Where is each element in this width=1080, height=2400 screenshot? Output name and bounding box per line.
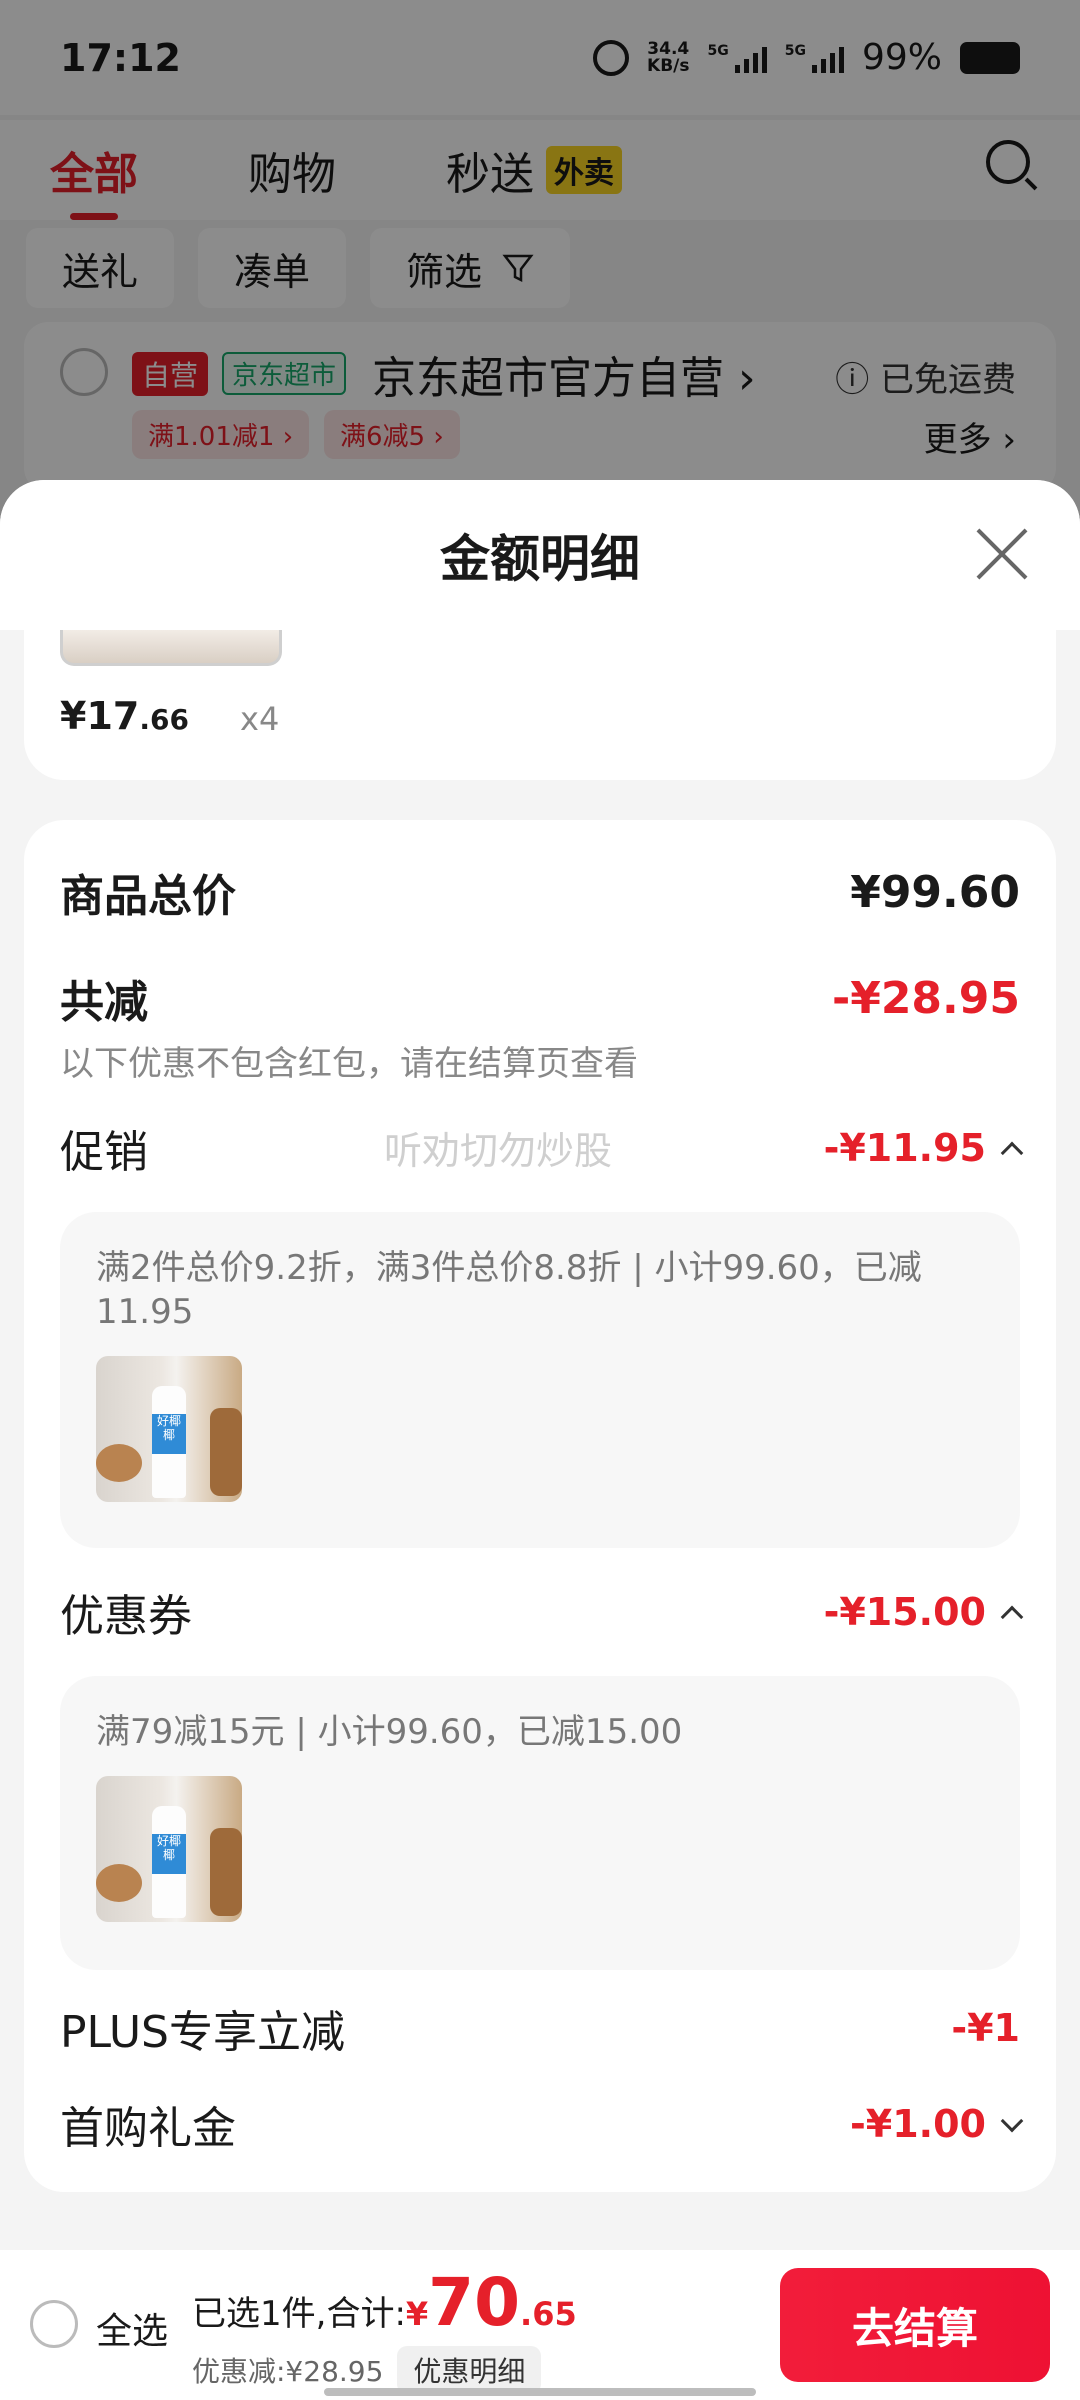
product-label: 好椰椰: [152, 1834, 186, 1874]
product-image[interactable]: 好椰椰: [96, 1356, 242, 1502]
amount-detail-sheet: 金额明细 ¥17.66 x4 商品总价 ¥99.60 共减 -¥28.95 以下…: [0, 480, 1080, 2250]
coupon-value: -¥15.00: [823, 1590, 986, 1634]
first-gift-value: -¥1.00: [850, 2102, 986, 2146]
coupon-detail-box: 满79减15元 | 小计99.60，已减15.00 好椰椰: [60, 1676, 1020, 1970]
chevron-down-icon[interactable]: [1000, 2109, 1024, 2133]
plus-label: PLUS专享立减: [60, 2007, 345, 2058]
chevron-up-icon[interactable]: [1000, 1141, 1024, 1165]
summary-prefix: 已选1件,合计:: [192, 2294, 406, 2334]
promo-detail-box: 满2件总价9.2折，满3件总价8.8折 | 小计99.60，已减11.95 好椰…: [60, 1212, 1020, 1548]
checkout-bar: 全选 已选1件,合计: ¥ 70 .65 优惠减:¥28.95 优惠明细 去结算: [0, 2250, 1080, 2400]
promo-label: 促销: [60, 1127, 148, 1178]
discount-amount: 优惠减:¥28.95: [192, 2355, 384, 2388]
summary-total-cents: .65: [520, 2295, 577, 2333]
product-label: 好椰椰: [152, 1414, 186, 1454]
item-price-main: ¥17: [60, 694, 140, 738]
total-label: 商品总价: [60, 871, 236, 922]
price-breakdown-card: 商品总价 ¥99.60 共减 -¥28.95 以下优惠不包含红包，请在结算页查看…: [24, 820, 1056, 2192]
plus-row: PLUS专享立减 -¥1: [60, 1996, 1020, 2060]
total-summary: 已选1件,合计: ¥ 70 .65: [192, 2270, 577, 2336]
coupon-row[interactable]: 优惠券 -¥15.00: [60, 1580, 1024, 1644]
home-indicator[interactable]: [324, 2388, 756, 2396]
item-price: ¥17.66: [60, 694, 189, 738]
total-value: ¥99.60: [850, 866, 1020, 918]
select-all-label[interactable]: 全选: [96, 2302, 168, 2354]
promo-detail-text: 满2件总价9.2折，满3件总价8.8折 | 小计99.60，已减11.95: [96, 1248, 922, 1332]
product-image[interactable]: 好椰椰: [96, 1776, 242, 1922]
reduce-label: 共减: [60, 977, 148, 1028]
chevron-up-icon[interactable]: [1000, 1605, 1024, 1629]
coupon-label: 优惠券: [60, 1591, 192, 1642]
reduce-note: 以下优惠不包含红包，请在结算页查看: [60, 1044, 638, 1084]
sheet-header: 金额明细: [0, 480, 1080, 630]
summary-total-int: 70: [428, 2264, 521, 2341]
promo-value: -¥11.95: [823, 1126, 986, 1170]
close-icon[interactable]: [974, 526, 1030, 582]
first-gift-row[interactable]: 首购礼金 -¥1.00: [60, 2092, 1024, 2156]
plus-value: -¥1: [951, 2006, 1020, 2050]
total-row: 商品总价 ¥99.60: [60, 860, 1020, 924]
checkout-button[interactable]: 去结算: [780, 2268, 1050, 2382]
reduce-row: 共减 -¥28.95: [60, 966, 1020, 1030]
sheet-title: 金额明细: [440, 530, 640, 588]
summary-currency: ¥: [405, 2295, 429, 2333]
item-quantity: x4: [240, 700, 280, 738]
discount-detail-button[interactable]: 优惠明细: [397, 2346, 542, 2394]
item-price-cents: .66: [139, 703, 189, 736]
item-card: ¥17.66 x4: [24, 630, 1056, 780]
coupon-detail-text: 满79减15元 | 小计99.60，已减15.00: [96, 1712, 683, 1752]
discount-line: 优惠减:¥28.95 优惠明细: [192, 2346, 542, 2394]
product-thumbnail: [60, 630, 282, 666]
select-all-radio[interactable]: [30, 2300, 78, 2348]
first-gift-label: 首购礼金: [60, 2103, 236, 2154]
promo-row[interactable]: 促销 -¥11.95: [60, 1116, 1024, 1180]
reduce-value: -¥28.95: [831, 972, 1020, 1024]
